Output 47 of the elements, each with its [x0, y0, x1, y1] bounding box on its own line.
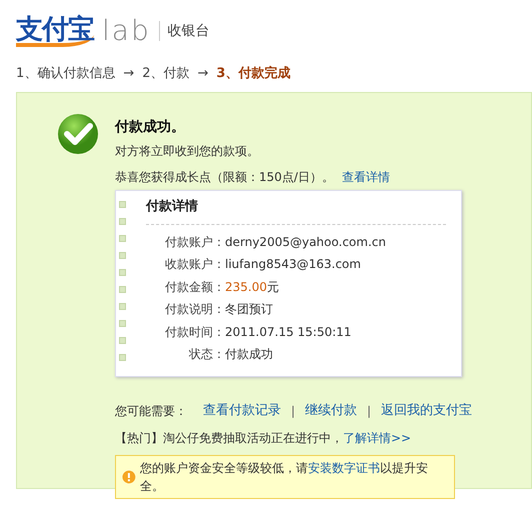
binder-hole-icon: [119, 252, 126, 259]
result-message: 对方将立即收到您的款项。: [115, 143, 260, 160]
step-arrow: →: [123, 65, 134, 84]
install-certificate-link[interactable]: 安装数字证书: [308, 460, 380, 474]
field-value: derny2005@yahoo.com.cn: [225, 234, 386, 250]
field-value: 付款成功: [225, 346, 273, 363]
step-label: 1、确认付款信息: [16, 65, 116, 84]
suggestion-link[interactable]: 继续付款: [305, 401, 358, 420]
field-label: 付款说明：: [164, 301, 225, 318]
binder-hole-icon: [119, 286, 126, 293]
warning-text: 您的账户资金安全等级较低，请安装数字证书以提升安全。: [140, 460, 429, 494]
field-label: 收款账户：: [164, 256, 225, 273]
field-label: 付款账户：: [164, 234, 225, 250]
step-label: 2、付款: [142, 65, 190, 84]
logo-text: 支付宝: [16, 16, 94, 46]
field-value: liufang8543@163.com: [225, 256, 361, 273]
suggestions-label: 您可能需要：: [115, 402, 187, 420]
details-link[interactable]: 查看详情: [342, 168, 390, 186]
step-label: 3、付款完成: [216, 64, 290, 84]
promo-text: 【热门】淘公仔免费抽取活动正在进行中，: [115, 430, 343, 446]
field-label: 状态：: [188, 346, 225, 363]
binder-hole-icon: [119, 218, 126, 225]
field-label: 付款金额：: [164, 278, 225, 296]
binder-hole-icon: [119, 269, 126, 276]
warning-icon: [122, 470, 136, 484]
lab-text: lab: [102, 17, 151, 45]
field-label: 付款时间：: [164, 324, 225, 340]
page-title: 收银台: [168, 22, 210, 40]
binder-hole-icon: [119, 201, 126, 208]
binder-hole-icon: [119, 337, 126, 344]
result-title: 付款成功。: [115, 118, 186, 137]
suggestion-link[interactable]: 返回我的支付宝: [381, 401, 472, 420]
binder-hole-icon: [119, 320, 126, 327]
binder-hole-icon: [119, 303, 126, 310]
suggestion-link[interactable]: 查看付款记录: [203, 401, 281, 420]
learn-more-link[interactable]: 了解详情>>: [343, 428, 412, 446]
step-arrow: →: [197, 65, 208, 84]
points-text: 恭喜您获得成长点（限额：150点/日）。: [115, 169, 334, 186]
field-value: 冬团预订: [225, 301, 273, 318]
amount-value: 235.00元: [225, 278, 279, 296]
binder-hole-icon: [119, 235, 126, 242]
details-title: 付款详情: [146, 191, 446, 224]
binder-hole-icon: [119, 354, 126, 361]
field-value: 2011.07.15 15:50:11: [225, 324, 352, 340]
success-check-icon: [57, 113, 99, 155]
link-separator: |: [291, 402, 296, 420]
link-separator: |: [367, 402, 372, 420]
